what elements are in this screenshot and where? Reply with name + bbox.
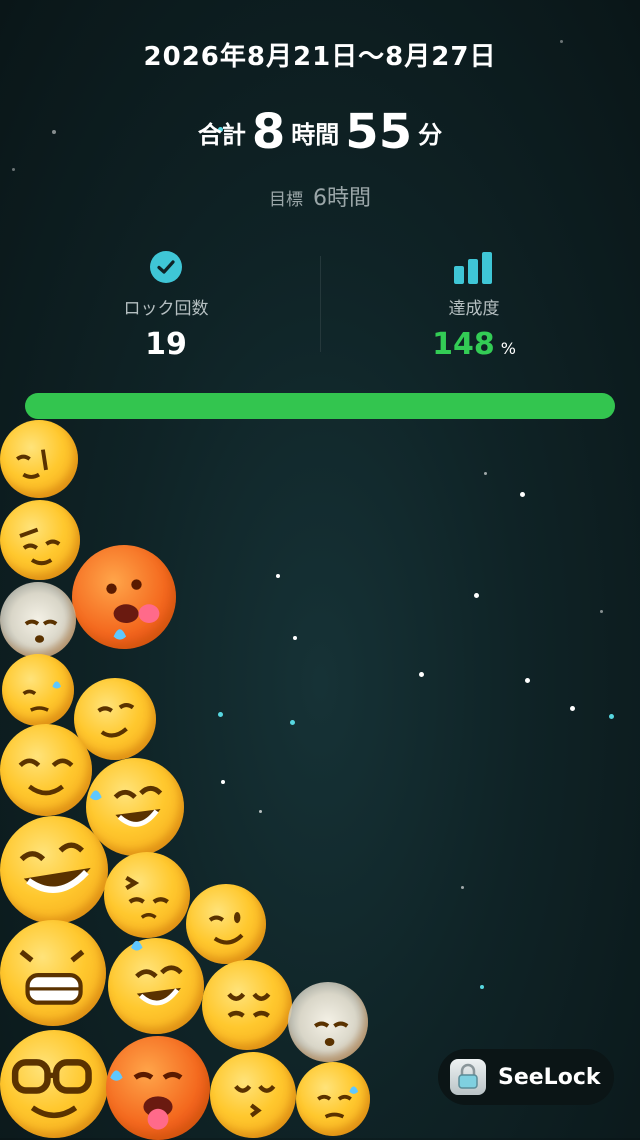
lock-count-value: 19 xyxy=(145,327,187,362)
nerd-face-emoji xyxy=(0,1030,108,1138)
achievement-stat: 達成度 148% xyxy=(314,250,634,362)
achievement-label: 達成度 xyxy=(448,299,500,319)
lock-count-stat: ロック回数 19 xyxy=(6,250,326,362)
sweat-face2-emoji xyxy=(296,1062,370,1136)
sweat-face-emoji xyxy=(2,654,74,726)
total-time: 合計 8 時間 55 分 xyxy=(0,104,640,160)
progress-bar xyxy=(25,393,615,419)
date-range: 2026年8月21日〜8月27日 xyxy=(143,42,497,72)
achievement-number: 148 xyxy=(432,327,495,362)
lock-count-label: ロック回数 xyxy=(123,299,209,319)
exhale-face2-emoji xyxy=(288,982,368,1062)
achievement-value: 148% xyxy=(314,327,634,362)
smiling-face-emoji xyxy=(0,500,80,580)
total-minutes: 55 xyxy=(345,104,413,160)
laughing-face-emoji xyxy=(0,816,108,924)
app-name: SeeLock xyxy=(498,1064,601,1090)
grinning-sweat2-emoji xyxy=(108,938,204,1034)
hot-face-emoji xyxy=(72,545,176,649)
achievement-unit: % xyxy=(500,339,516,358)
lock-icon xyxy=(450,1059,486,1095)
goal-label: 目標 xyxy=(269,190,303,210)
relieved-face-emoji xyxy=(0,724,92,816)
app-branding-badge[interactable]: SeeLock xyxy=(438,1049,614,1105)
goal: 目標 6時間 xyxy=(0,180,640,212)
exhale-face-emoji xyxy=(0,582,76,658)
goal-value: 6時間 xyxy=(313,186,371,211)
hours-unit: 時間 xyxy=(291,120,340,149)
total-hours: 8 xyxy=(251,104,286,160)
hot-face2-emoji xyxy=(106,1036,210,1140)
beaming-face-emoji xyxy=(202,960,292,1050)
total-prefix: 合計 xyxy=(197,120,246,149)
grimacing-face-emoji xyxy=(0,920,106,1026)
sleepy-face-emoji xyxy=(0,420,78,498)
bar-chart-icon xyxy=(453,250,495,284)
kissing-face-emoji xyxy=(210,1052,296,1138)
progress-fill xyxy=(25,393,615,419)
squinting-face-emoji xyxy=(104,852,190,938)
check-circle-icon xyxy=(149,250,183,284)
minutes-unit: 分 xyxy=(418,120,443,149)
